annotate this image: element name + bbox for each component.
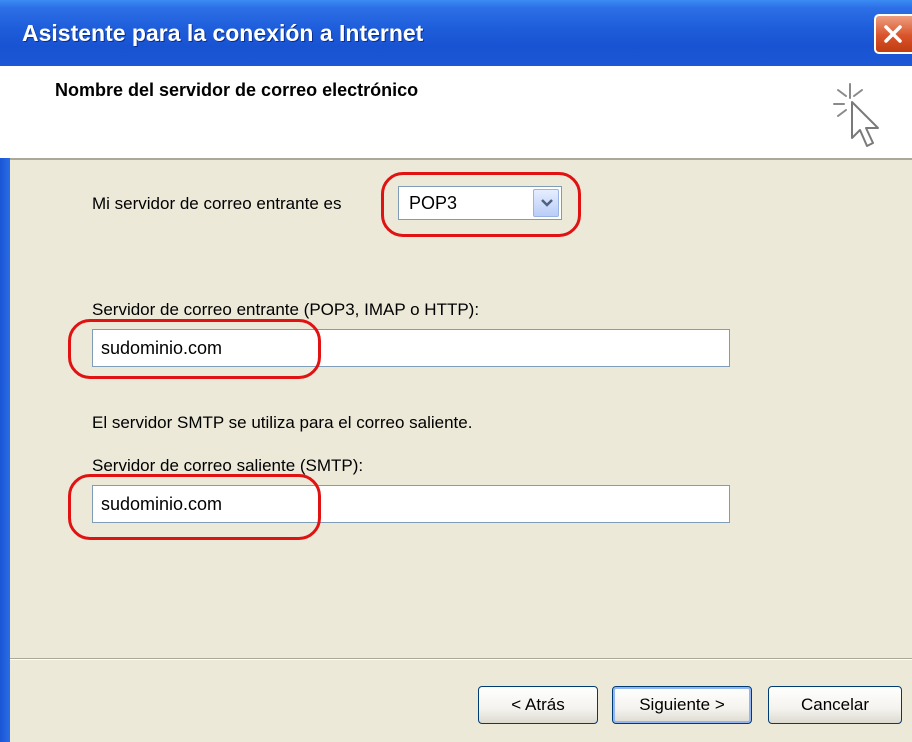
server-type-select[interactable]: POP3 — [398, 186, 562, 220]
back-button[interactable]: < Atrás — [478, 686, 598, 724]
window-left-border — [0, 158, 10, 742]
page-title: Nombre del servidor de correo electrónic… — [55, 80, 419, 100]
next-button[interactable]: Siguiente > — [612, 686, 752, 724]
incoming-server-input[interactable] — [101, 334, 701, 362]
server-type-dropdown-button[interactable] — [533, 189, 559, 217]
header-panel: Nombre del servidor de correo electrónic… — [0, 66, 912, 160]
close-icon — [884, 25, 902, 43]
wizard-cursor-icon — [833, 83, 879, 147]
outgoing-server-input[interactable] — [101, 490, 701, 518]
incoming-server-field[interactable] — [92, 329, 730, 367]
chevron-down-icon — [541, 199, 553, 207]
server-type-value: POP3 — [409, 193, 458, 213]
window-title: Asistente para la conexión a Internet — [22, 20, 424, 46]
close-button[interactable] — [874, 14, 912, 54]
incoming-server-label: Servidor de correo entrante (POP3, IMAP … — [92, 300, 480, 319]
wizard-window: Asistente para la conexión a Internet No… — [0, 0, 912, 742]
cancel-button[interactable]: Cancelar — [768, 686, 902, 724]
server-type-label: Mi servidor de correo entrante es — [92, 194, 342, 213]
title-bar[interactable]: Asistente para la conexión a Internet — [0, 0, 912, 66]
smtp-info-text: El servidor SMTP se utiliza para el corr… — [92, 413, 473, 432]
button-separator — [10, 658, 912, 660]
outgoing-server-field[interactable] — [92, 485, 730, 523]
outgoing-server-label: Servidor de correo saliente (SMTP): — [92, 456, 364, 475]
